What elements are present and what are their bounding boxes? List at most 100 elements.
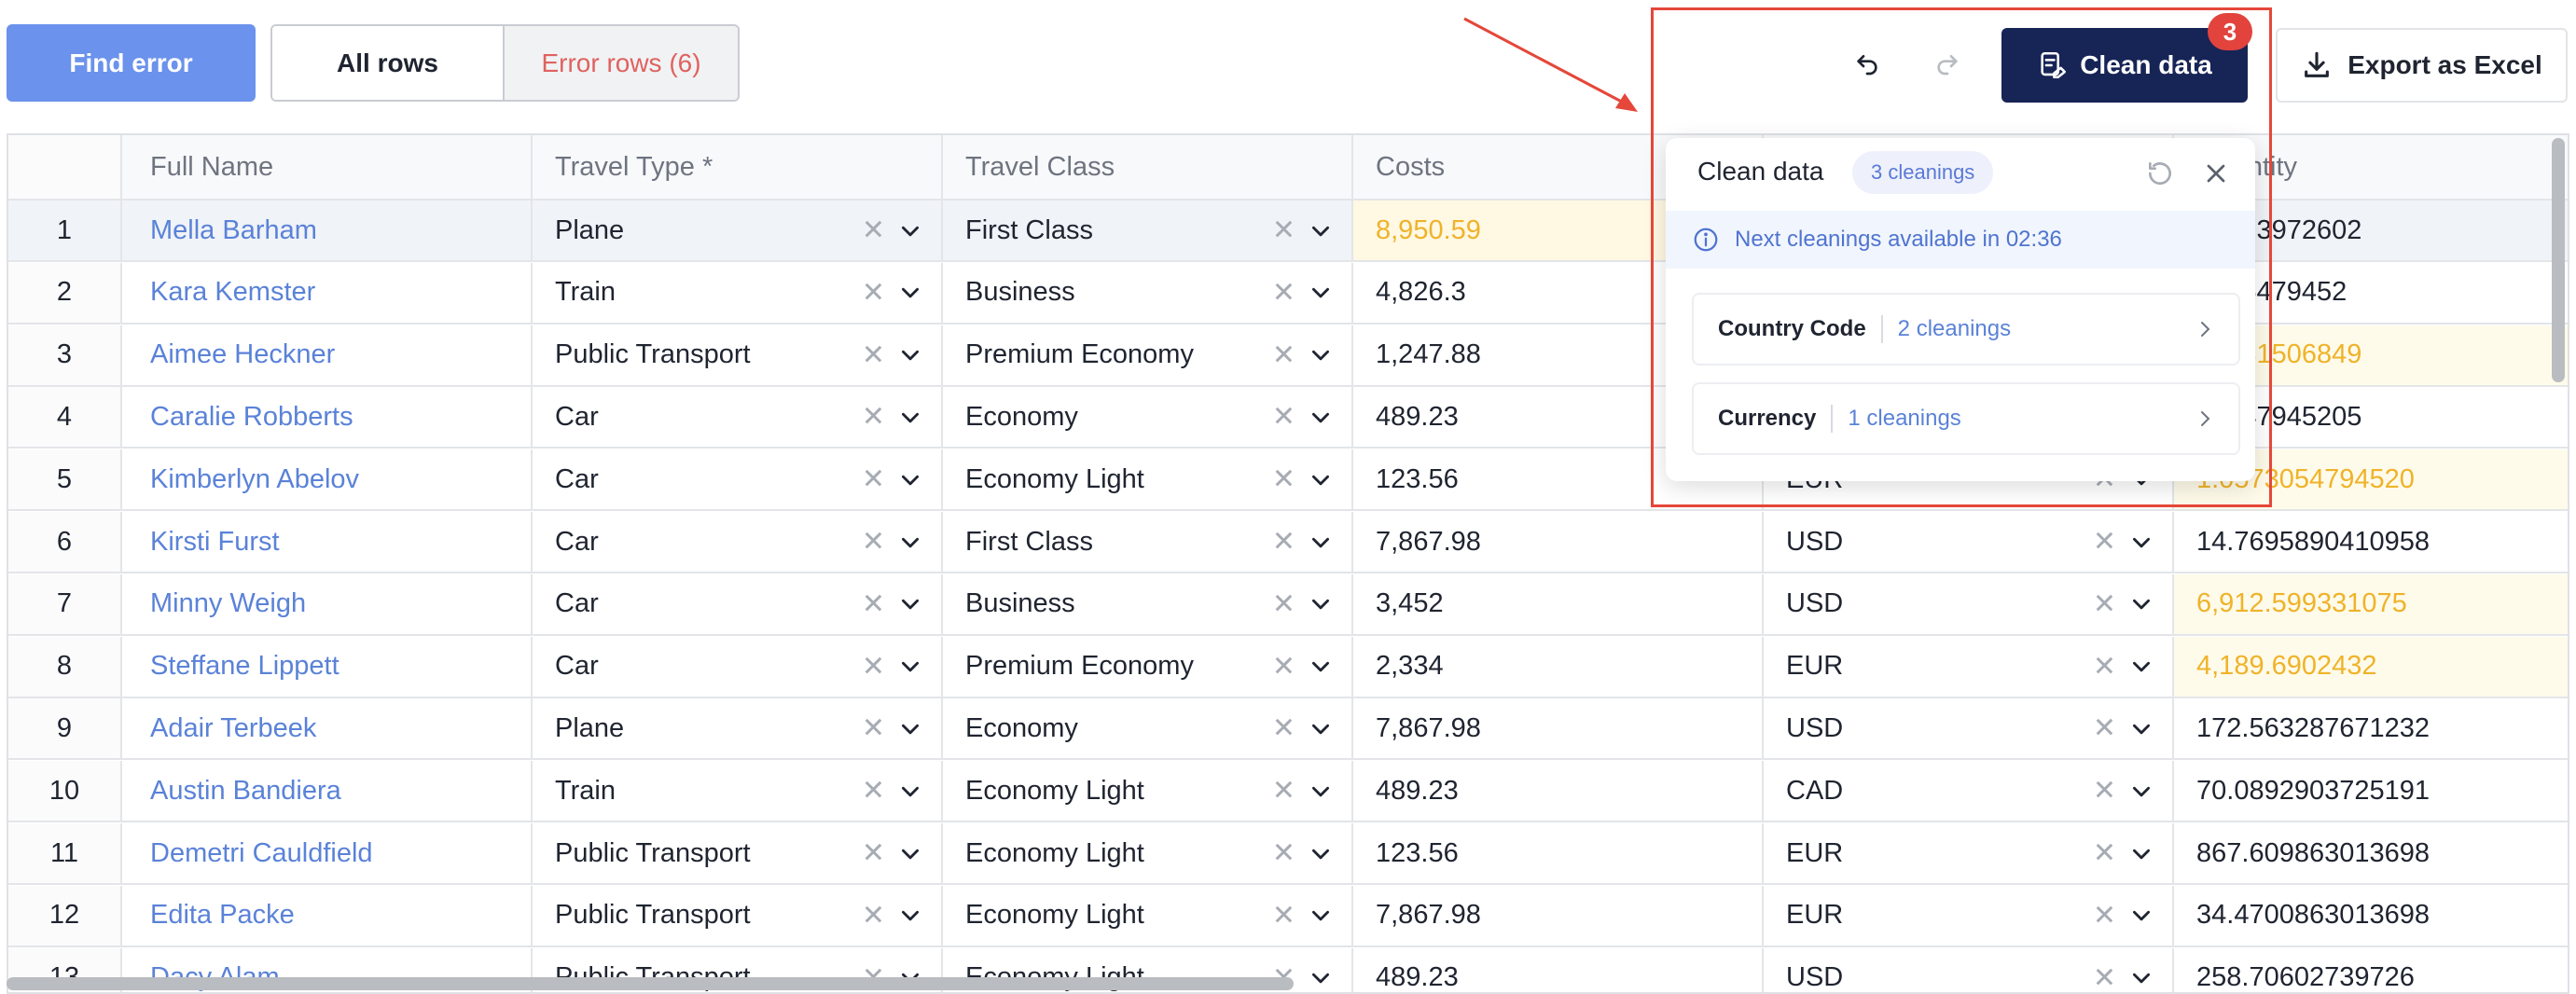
travel-type-select[interactable]: Train ✕ bbox=[533, 761, 943, 821]
table-row[interactable]: 12 Edita Packe Public Transport ✕ Economy Li… bbox=[8, 885, 2568, 947]
clear-icon[interactable]: ✕ bbox=[862, 650, 885, 683]
currency-select[interactable]: EUR ✕ bbox=[1764, 636, 2174, 697]
clear-icon[interactable]: ✕ bbox=[2093, 712, 2116, 745]
table-row[interactable]: 10 Austin Bandiera Train ✕ Economy Light ✕ 489… bbox=[8, 761, 2568, 823]
full-name-cell[interactable]: Steffane Lippett bbox=[122, 636, 533, 697]
costs-cell[interactable]: 7,867.98 bbox=[1353, 512, 1764, 572]
clear-icon[interactable]: ✕ bbox=[862, 526, 885, 559]
close-icon[interactable] bbox=[2201, 159, 2231, 188]
clear-icon[interactable]: ✕ bbox=[862, 276, 885, 309]
export-excel-button[interactable]: Export as Excel bbox=[2276, 28, 2568, 103]
quantity-cell[interactable]: 14.7695890410958 bbox=[2174, 512, 2568, 572]
full-name-link[interactable]: Kimberlyn Abelov bbox=[150, 464, 359, 495]
travel-class-select[interactable]: Economy Light ✕ bbox=[943, 885, 1353, 946]
full-name-cell[interactable]: Aimee Heckner bbox=[122, 324, 533, 385]
clear-icon[interactable]: ✕ bbox=[1272, 837, 1295, 870]
travel-type-select[interactable]: Public Transport ✕ bbox=[533, 885, 943, 946]
full-name-cell[interactable]: Minny Weigh bbox=[122, 573, 533, 634]
full-name-cell[interactable]: Austin Bandiera bbox=[122, 761, 533, 821]
clear-icon[interactable]: ✕ bbox=[1272, 899, 1295, 932]
travel-class-select[interactable]: Business ✕ bbox=[943, 262, 1353, 323]
full-name-link[interactable]: Mella Barham bbox=[150, 215, 317, 246]
travel-type-select[interactable]: Plane ✕ bbox=[533, 698, 943, 759]
travel-class-select[interactable]: Economy Light ✕ bbox=[943, 761, 1353, 821]
clear-icon[interactable]: ✕ bbox=[1272, 276, 1295, 309]
clear-icon[interactable]: ✕ bbox=[862, 899, 885, 932]
costs-cell[interactable]: 489.23 bbox=[1353, 761, 1764, 821]
full-name-cell[interactable]: Kara Kemster bbox=[122, 262, 533, 323]
clear-icon[interactable]: ✕ bbox=[862, 587, 885, 620]
full-name-link[interactable]: Caralie Robberts bbox=[150, 402, 353, 433]
travel-type-select[interactable]: Car ✕ bbox=[533, 512, 943, 572]
clear-icon[interactable]: ✕ bbox=[1272, 712, 1295, 745]
travel-class-select[interactable]: Economy ✕ bbox=[943, 698, 1353, 759]
costs-cell[interactable]: 7,867.98 bbox=[1353, 698, 1764, 759]
full-name-link[interactable]: Kara Kemster bbox=[150, 277, 315, 308]
reset-icon[interactable] bbox=[2145, 159, 2175, 188]
clear-icon[interactable]: ✕ bbox=[862, 401, 885, 434]
travel-type-select[interactable]: Car ✕ bbox=[533, 636, 943, 697]
currency-select[interactable]: USD ✕ bbox=[1764, 698, 2174, 759]
costs-cell[interactable]: 2,334 bbox=[1353, 636, 1764, 697]
clear-icon[interactable]: ✕ bbox=[1272, 463, 1295, 496]
costs-cell[interactable]: 123.56 bbox=[1353, 823, 1764, 883]
full-name-cell[interactable]: Edita Packe bbox=[122, 885, 533, 946]
travel-type-select[interactable]: Train ✕ bbox=[533, 262, 943, 323]
full-name-link[interactable]: Adair Terbeek bbox=[150, 713, 316, 744]
clear-icon[interactable]: ✕ bbox=[862, 463, 885, 496]
travel-class-select[interactable]: Economy Light ✕ bbox=[943, 823, 1353, 883]
find-error-button[interactable]: Find error bbox=[7, 24, 256, 102]
travel-class-select[interactable]: Premium Economy ✕ bbox=[943, 636, 1353, 697]
full-name-link[interactable]: Minny Weigh bbox=[150, 588, 306, 619]
quantity-cell[interactable]: 70.0892903725191 bbox=[2174, 761, 2568, 821]
full-name-link[interactable]: Austin Bandiera bbox=[150, 776, 341, 807]
clear-icon[interactable]: ✕ bbox=[1272, 401, 1295, 434]
table-row[interactable]: 11 Demetri Cauldfield Public Transport ✕ Eco… bbox=[8, 823, 2568, 885]
clear-icon[interactable]: ✕ bbox=[1272, 587, 1295, 620]
costs-cell[interactable]: 7,867.98 bbox=[1353, 885, 1764, 946]
table-row[interactable]: 7 Minny Weigh Car ✕ Business ✕ 3,452 USD ✕ 6,912.… bbox=[8, 573, 2568, 636]
quantity-cell[interactable]: 6,912.599331075 bbox=[2174, 573, 2568, 634]
travel-type-select[interactable]: Plane ✕ bbox=[533, 200, 943, 260]
clear-icon[interactable]: ✕ bbox=[2093, 775, 2116, 808]
travel-class-select[interactable]: Business ✕ bbox=[943, 573, 1353, 634]
currency-select[interactable]: CAD ✕ bbox=[1764, 761, 2174, 821]
full-name-cell[interactable]: Mella Barham bbox=[122, 200, 533, 260]
currency-select[interactable]: EUR ✕ bbox=[1764, 823, 2174, 883]
redo-button[interactable] bbox=[1927, 42, 1968, 83]
travel-type-select[interactable]: Car ✕ bbox=[533, 387, 943, 448]
quantity-cell[interactable]: 867.609863013698 bbox=[2174, 823, 2568, 883]
travel-class-select[interactable]: Economy ✕ bbox=[943, 387, 1353, 448]
currency-select[interactable]: USD ✕ bbox=[1764, 512, 2174, 572]
full-name-link[interactable]: Steffane Lippett bbox=[150, 651, 339, 682]
vertical-scrollbar[interactable] bbox=[2552, 138, 2565, 382]
travel-type-select[interactable]: Car ✕ bbox=[533, 573, 943, 634]
clear-icon[interactable]: ✕ bbox=[862, 338, 885, 371]
all-rows-tab[interactable]: All rows bbox=[272, 26, 503, 100]
costs-cell[interactable]: 489.23 bbox=[1353, 947, 1764, 992]
table-row[interactable]: 8 Steffane Lippett Car ✕ Premium Economy ✕ 2,3… bbox=[8, 636, 2568, 698]
header-travel-type[interactable]: Travel Type * bbox=[533, 135, 943, 199]
clear-icon[interactable]: ✕ bbox=[2093, 837, 2116, 870]
quantity-cell[interactable]: 172.563287671232 bbox=[2174, 698, 2568, 758]
travel-class-select[interactable]: First Class ✕ bbox=[943, 200, 1353, 260]
clear-icon[interactable]: ✕ bbox=[2093, 650, 2116, 683]
full-name-link[interactable]: Aimee Heckner bbox=[150, 339, 335, 370]
currency-select[interactable]: USD ✕ bbox=[1764, 947, 2174, 992]
quantity-cell[interactable]: 4,189.6902432 bbox=[2174, 636, 2568, 697]
clear-icon[interactable]: ✕ bbox=[862, 837, 885, 870]
clear-icon[interactable]: ✕ bbox=[2093, 587, 2116, 620]
travel-class-select[interactable]: Premium Economy ✕ bbox=[943, 324, 1353, 385]
clear-icon[interactable]: ✕ bbox=[862, 214, 885, 247]
header-travel-class[interactable]: Travel Class bbox=[943, 135, 1353, 199]
full-name-link[interactable]: Kirsti Furst bbox=[150, 527, 280, 558]
error-rows-tab[interactable]: Error rows (6) bbox=[503, 26, 738, 100]
clear-icon[interactable]: ✕ bbox=[2093, 961, 2116, 992]
quantity-cell[interactable]: 34.4700863013698 bbox=[2174, 886, 2568, 946]
clear-icon[interactable]: ✕ bbox=[1272, 214, 1295, 247]
currency-select[interactable]: USD ✕ bbox=[1764, 573, 2174, 634]
travel-type-select[interactable]: Car ✕ bbox=[533, 449, 943, 510]
header-full-name[interactable]: Full Name bbox=[122, 135, 533, 199]
table-row[interactable]: 9 Adair Terbeek Plane ✕ Economy ✕ 7,867.98 USD ✕… bbox=[8, 698, 2568, 761]
clear-icon[interactable]: ✕ bbox=[1272, 775, 1295, 808]
